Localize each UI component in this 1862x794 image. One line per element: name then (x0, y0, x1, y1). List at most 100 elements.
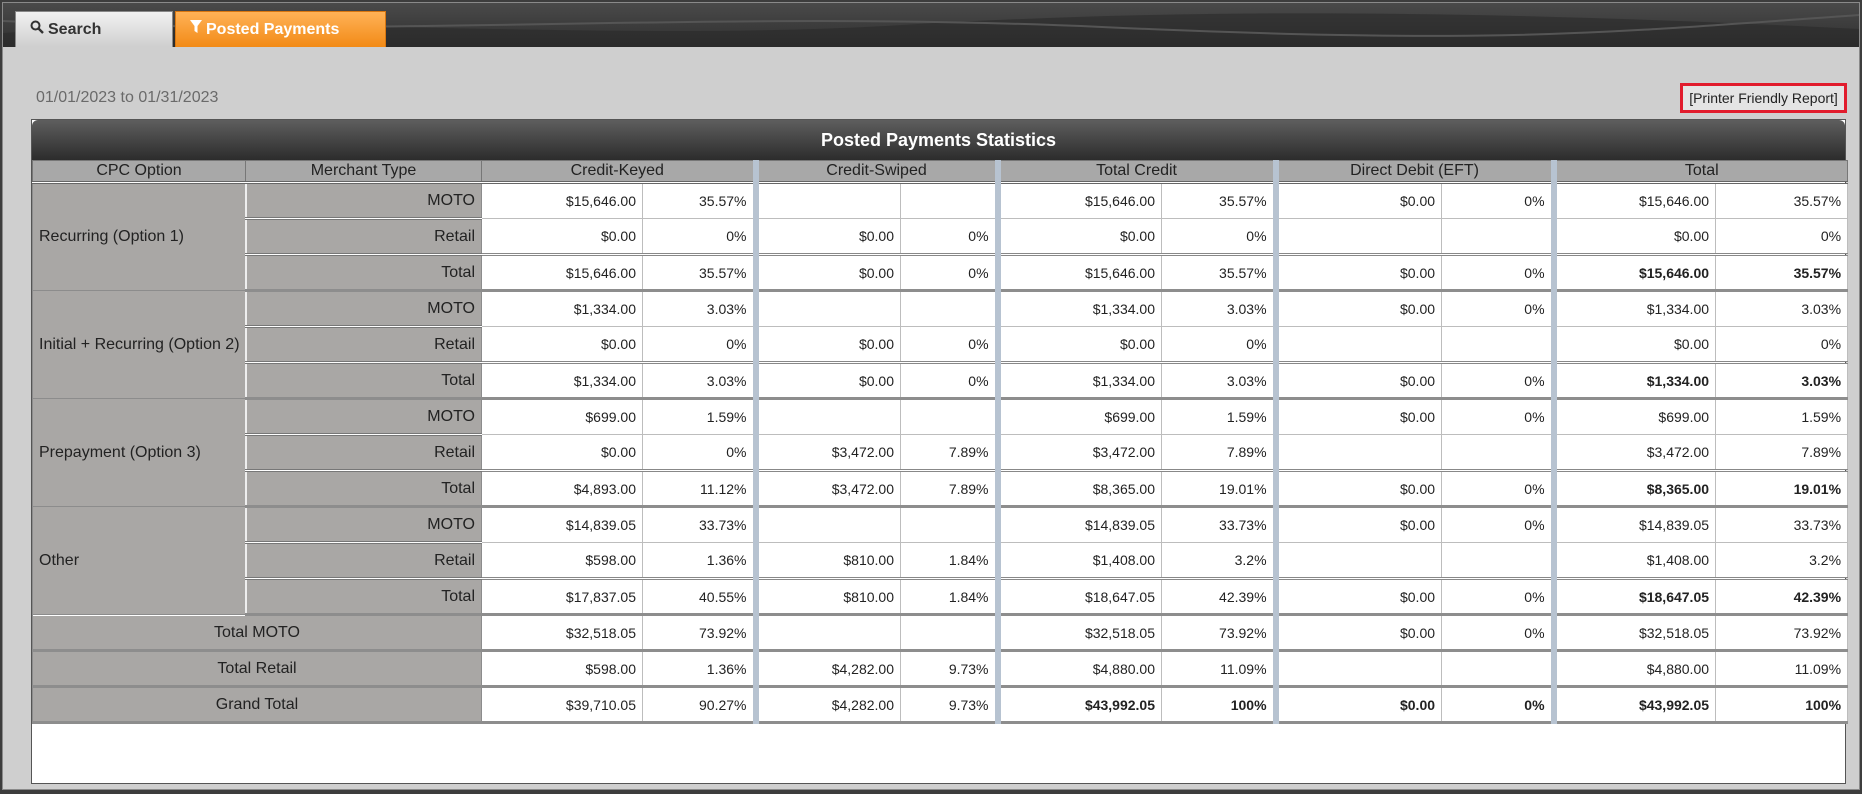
table-cell: $3,472.00 (752, 469, 901, 508)
table-cell: $15,646.00 (1550, 182, 1717, 219)
table-row: Prepayment (Option 3) MOTO $699.00 1.59% $69… (32, 398, 1849, 507)
table-cell (752, 506, 901, 543)
table-cell (899, 182, 999, 219)
table-cell: 35.57% (1715, 182, 1849, 219)
table-cell: 1.59% (642, 398, 756, 435)
table-cell: $810.00 (752, 577, 901, 616)
table-cell: 3.03% (1161, 361, 1277, 400)
table-cell: $1,334.00 (481, 361, 643, 400)
table-cell: 0% (899, 253, 999, 292)
table-cell: 100% (1161, 686, 1277, 724)
table-cell: 0% (1441, 290, 1555, 327)
table-cell: $18,647.05 (994, 577, 1163, 616)
header-row: CPC Option Merchant Type Credit-Keyed Cr… (32, 160, 1849, 184)
table-cell (899, 398, 999, 435)
merchant-type-label: Total (245, 254, 482, 292)
summary-label: Grand Total (32, 686, 482, 724)
table-cell: 0% (1441, 614, 1555, 652)
table-cell: 33.73% (1161, 506, 1277, 543)
table-cell: $0.00 (752, 361, 901, 400)
table-cell: 7.89% (1161, 434, 1277, 471)
table-cell: $0.00 (752, 326, 901, 363)
group-label: Prepayment (Option 3) (32, 398, 247, 507)
table-cell: 0% (1441, 361, 1555, 400)
col-direct-debit: Direct Debit (EFT) (1272, 160, 1555, 184)
table-row: Other MOTO $14,839.05 33.73% $14,839.05 33.73… (32, 506, 1849, 615)
table-cell: 3.03% (1715, 290, 1849, 327)
table-cell: $1,334.00 (994, 290, 1163, 327)
merchant-type-label: MOTO (245, 506, 482, 544)
table-cell: 3.03% (642, 361, 756, 400)
group-label: Initial + Recurring (Option 2) (32, 290, 247, 399)
table-row: Retail $0.00 0% $0.00 0% $0.00 0% $0.00 0% (33, 326, 1849, 364)
merchant-type-label: Total (245, 470, 482, 508)
table-cell (1272, 542, 1443, 579)
summary-row: Total MOTO $32,518.05 73.92% $32,518.05 73.9… (32, 614, 1849, 652)
table-cell: $15,646.00 (481, 182, 643, 219)
table-cell: $18,647.05 (1550, 577, 1717, 616)
table-cell: $0.00 (1272, 469, 1443, 508)
table-cell: $43,992.05 (1550, 686, 1717, 724)
table-cell (1272, 650, 1443, 688)
table-cell: 0% (1441, 506, 1555, 543)
table-cell: 33.73% (1715, 506, 1849, 543)
table-cell: 0% (899, 326, 999, 363)
merchant-type-label: Retail (245, 542, 482, 580)
table-row: Initial + Recurring (Option 2) MOTO $1,334… (32, 290, 1849, 399)
table-cell: 42.39% (1161, 577, 1277, 616)
stats-table: CPC Option Merchant Type Credit-Keyed Cr… (32, 160, 1849, 724)
table-cell: 19.01% (1715, 469, 1849, 508)
table-cell: $0.00 (1272, 506, 1443, 543)
table-cell: $32,518.05 (994, 614, 1163, 652)
group-label: Recurring (Option 1) (32, 182, 247, 291)
table-cell (899, 506, 999, 543)
report-panel: Posted Payments Statistics CPC Option Me… (31, 119, 1849, 784)
table-cell: 11.09% (1161, 650, 1277, 688)
table-cell (1441, 326, 1555, 363)
table-row: Recurring (Option 1) MOTO $15,646.00 35.57%… (32, 182, 1849, 291)
table-cell (899, 614, 999, 652)
table-cell: 1.59% (1715, 398, 1849, 435)
table-cell: 0% (1715, 218, 1849, 255)
table-cell: $0.00 (1272, 182, 1443, 219)
table-cell (1441, 434, 1555, 471)
app-window: Search Options Posted Payments Stats 01/… (2, 2, 1860, 790)
col-total-credit: Total Credit (994, 160, 1277, 184)
date-range: 01/01/2023 to 01/31/2023 (36, 89, 219, 106)
merchant-type-label: Total (245, 578, 482, 616)
table-cell: 35.57% (1161, 253, 1277, 292)
table-cell: $0.00 (1272, 686, 1443, 724)
table-cell: $0.00 (994, 218, 1163, 255)
table-cell: $15,646.00 (481, 253, 643, 292)
table-cell: $15,646.00 (1550, 253, 1717, 292)
table-cell: $1,334.00 (481, 290, 643, 327)
group-label: Other (32, 506, 247, 615)
table-cell: 3.2% (1715, 542, 1849, 579)
table-cell: 0% (1441, 577, 1555, 616)
table-cell: $0.00 (1550, 326, 1717, 363)
table-cell: $14,839.05 (994, 506, 1163, 543)
table-cell: 73.92% (1161, 614, 1277, 652)
printer-friendly-report-link[interactable]: [Printer Friendly Report] (1680, 83, 1847, 113)
tab-posted-payments-stats[interactable]: Posted Payments Stats (175, 11, 386, 47)
merchant-type-label: Retail (245, 326, 482, 364)
table-cell: 3.03% (1161, 290, 1277, 327)
table-cell: $32,518.05 (1550, 614, 1717, 652)
col-credit-keyed: Credit-Keyed (481, 160, 756, 184)
table-cell: $14,839.05 (481, 506, 643, 543)
table-cell: $8,365.00 (1550, 469, 1717, 508)
table-cell: 1.36% (642, 542, 756, 579)
summary-label: Total Retail (32, 650, 482, 688)
table-cell: 0% (1715, 326, 1849, 363)
table-cell: $1,408.00 (1550, 542, 1717, 579)
tab-search-options[interactable]: Search Options (15, 11, 173, 47)
table-cell: $0.00 (1550, 218, 1717, 255)
table-cell: 0% (1441, 398, 1555, 435)
table-cell: 0% (1441, 686, 1555, 724)
table-cell: 35.57% (1161, 182, 1277, 219)
table-cell: 90.27% (642, 686, 756, 724)
table-cell: $4,282.00 (752, 650, 901, 688)
table-cell: $598.00 (481, 542, 643, 579)
col-credit-swiped: Credit-Swiped (752, 160, 999, 184)
table-cell: 42.39% (1715, 577, 1849, 616)
